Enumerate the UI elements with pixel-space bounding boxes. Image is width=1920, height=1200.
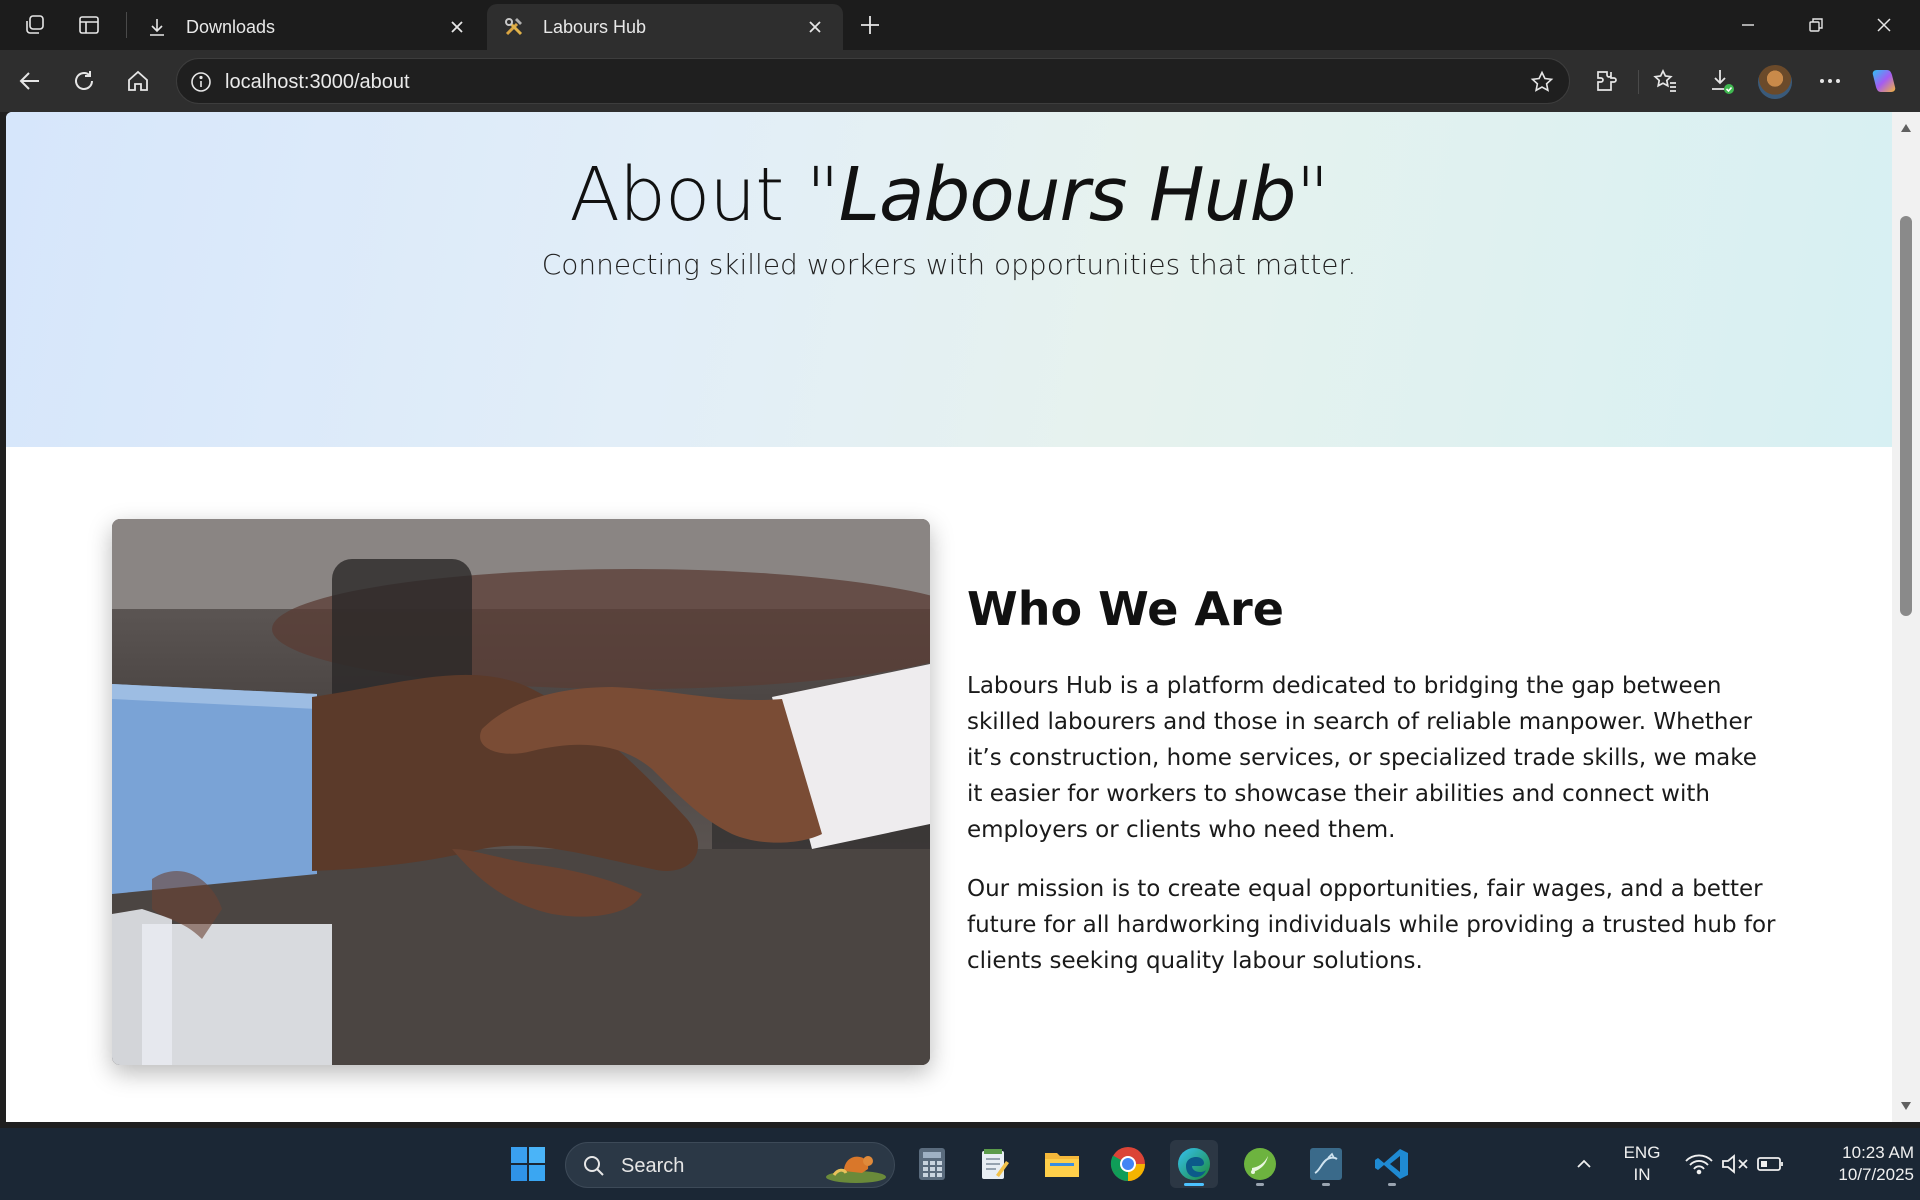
url-text[interactable]: localhost:3000/about [225,71,410,94]
muted-speaker-icon [1722,1154,1748,1174]
toolbar-divider [1638,70,1639,94]
wifi-icon [1685,1154,1713,1175]
tab-downloads[interactable]: Downloads [130,4,485,50]
back-button[interactable] [14,65,46,97]
tab-title: Downloads [186,16,276,37]
file-explorer-icon[interactable] [1038,1140,1086,1188]
profile-avatar[interactable] [1758,65,1792,99]
download-icon [146,16,168,38]
address-bar[interactable]: localhost:3000/about [176,58,1570,104]
hero-section: About "Labours Hub" Connecting skilled w… [6,112,1892,447]
restore-button[interactable] [1782,0,1850,50]
downloads-icon[interactable] [1706,65,1738,97]
search-icon [582,1154,606,1183]
taskbar-search[interactable]: Search [565,1142,895,1188]
clock[interactable]: 10:23 AM 10/7/2025 [1796,1128,1914,1200]
chrome-icon[interactable] [1104,1140,1152,1188]
close-tab-icon[interactable] [803,15,827,39]
tab-actions-icon[interactable] [74,10,104,40]
more-options-icon[interactable] [1814,65,1846,97]
running-indicator [1388,1183,1396,1186]
page-title: About "Labours Hub" [6,152,1892,238]
windows-taskbar: Search ENG IN 10:23 AM 10/7/2025 [0,1128,1920,1200]
search-highlight-icon [816,1147,888,1185]
home-button[interactable] [122,65,154,97]
tab-title: Labours Hub [543,16,647,37]
about-paragraph-2: Our mission is to create equal opportuni… [967,876,1776,974]
calculator-icon[interactable] [908,1140,956,1188]
scroll-down-arrow-icon[interactable] [1898,1098,1914,1114]
section-heading: Who We Are [967,582,1284,636]
hero-subtitle: Connecting skilled workers with opportun… [541,248,1357,281]
chevron-up-icon[interactable] [1560,1140,1608,1188]
about-paragraph-1: Labours Hub is a platform dedicated to b… [967,673,1757,843]
copilot-icon[interactable] [1868,65,1900,97]
title-prefix: About " [569,152,839,238]
favorites-icon[interactable] [1650,65,1682,97]
battery-icon [1757,1157,1783,1171]
clock-time: 10:23 AM [1842,1143,1914,1162]
language-code: ENG [1623,1143,1661,1162]
refresh-button[interactable] [68,65,100,97]
hammer-wrench-icon [503,16,525,38]
site-info-icon[interactable] [189,70,213,94]
scrollbar-thumb[interactable] [1900,216,1912,616]
search-placeholder: Search [621,1155,685,1177]
tab-strip-divider [126,12,127,38]
active-indicator [1184,1183,1204,1186]
favorite-star-icon[interactable] [1529,69,1555,95]
tab-labours-hub[interactable]: Labours Hub [487,4,843,50]
page-scrollbar[interactable] [1892,112,1920,1122]
vscode-icon[interactable] [1368,1140,1416,1188]
browser-tab-strip: Downloads Labours Hub [0,0,1920,50]
language-indicator[interactable]: ENG IN [1612,1128,1672,1200]
system-tray-status[interactable] [1680,1128,1790,1200]
extensions-icon[interactable] [1590,65,1622,97]
notepad-icon[interactable] [970,1140,1018,1188]
workspaces-icon[interactable] [20,10,50,40]
close-window-button[interactable] [1850,0,1918,50]
region-code: IN [1633,1165,1651,1184]
title-suffix: " [1295,152,1330,238]
close-tab-icon[interactable] [445,15,469,39]
page-viewport: About "Labours Hub" Connecting skilled w… [6,112,1892,1122]
minimize-button[interactable] [1714,0,1782,50]
mysql-icon[interactable] [1302,1140,1350,1188]
spring-icon[interactable] [1236,1140,1284,1188]
edge-icon[interactable] [1170,1140,1218,1188]
handshake-photo [112,519,930,1065]
scroll-up-arrow-icon[interactable] [1898,120,1914,136]
new-tab-button[interactable] [855,10,885,40]
clock-date: 10/7/2025 [1838,1165,1914,1184]
start-icon[interactable] [504,1140,552,1188]
browser-toolbar: localhost:3000/about [0,50,1920,112]
running-indicator [1322,1183,1330,1186]
title-brand: Labours Hub [838,152,1297,238]
running-indicator [1256,1183,1264,1186]
